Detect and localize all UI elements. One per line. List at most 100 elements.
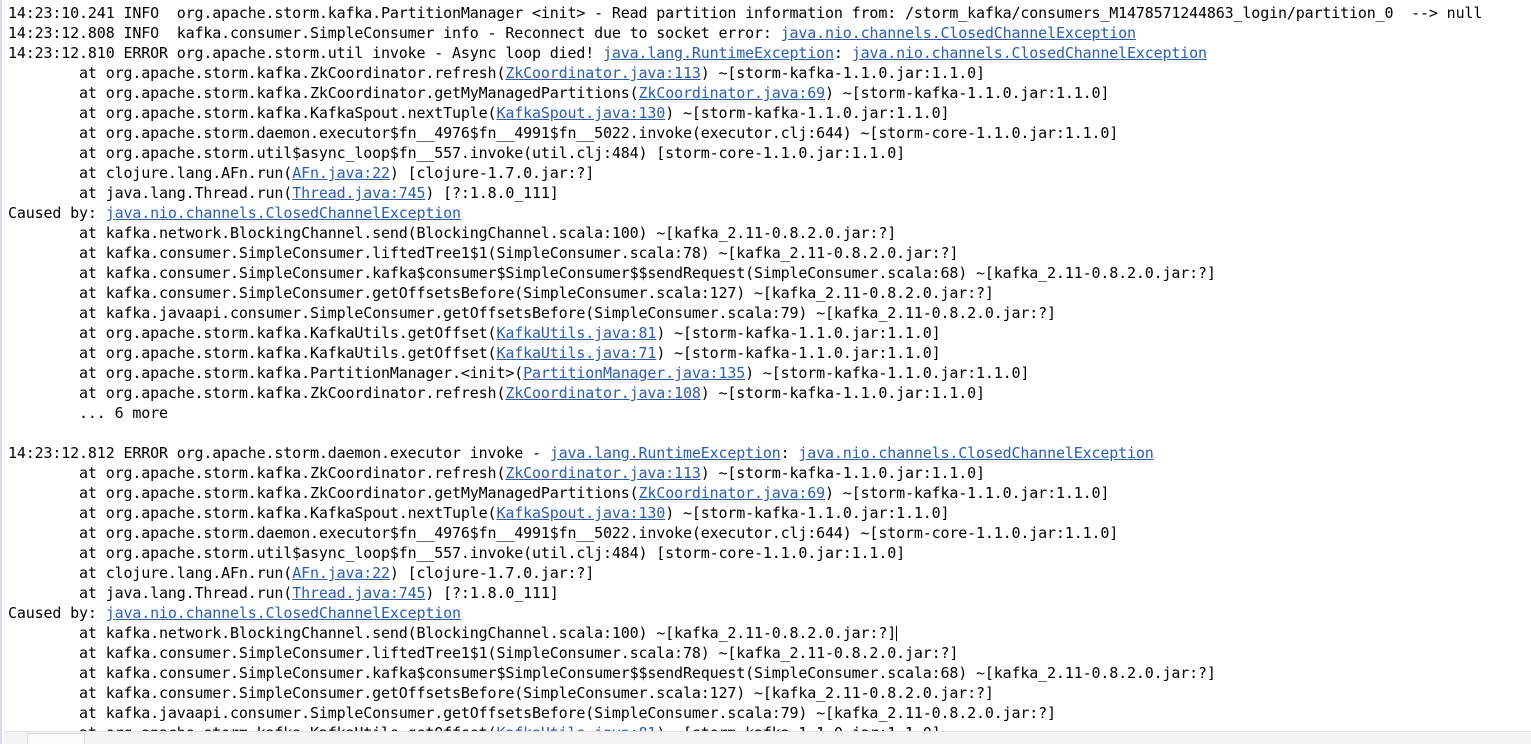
log-link[interactable]: KafkaSpout.java:130 xyxy=(496,504,665,522)
log-text: Caused by: xyxy=(8,204,106,222)
log-text: 14:23:12.808 INFO kafka.consumer.SimpleC… xyxy=(8,24,781,42)
text-caret xyxy=(896,626,898,641)
log-line: at org.apache.storm.util$async_loop$fn__… xyxy=(2,143,1531,163)
log-text: ) ~[storm-kafka-1.1.0.jar:1.1.0] xyxy=(825,84,1110,102)
log-text: at org.apache.storm.util$async_loop$fn__… xyxy=(8,144,905,162)
log-text: ) [clojure-1.7.0.jar:?] xyxy=(389,164,595,182)
log-link[interactable]: java.nio.channels.ClosedChannelException xyxy=(106,204,461,222)
log-text: at kafka.consumer.SimpleConsumer.getOffs… xyxy=(8,684,994,702)
log-line: at org.apache.storm.daemon.executor$fn__… xyxy=(2,123,1531,143)
log-text: ) ~[storm-kafka-1.1.0.jar:1.1.0] xyxy=(656,344,941,362)
log-line: at org.apache.storm.daemon.executor$fn__… xyxy=(2,523,1531,543)
log-text: ) ~[storm-kafka-1.1.0.jar:1.1.0] xyxy=(745,364,1030,382)
horizontal-scrollbar-thumb[interactable] xyxy=(26,733,86,744)
log-link[interactable]: Thread.java:745 xyxy=(292,184,425,202)
log-console[interactable]: 14:23:10.241 INFO org.apache.storm.kafka… xyxy=(0,0,1531,744)
log-text: ) ~[storm-kafka-1.1.0.jar:1.1.0] xyxy=(700,384,985,402)
log-text: at org.apache.storm.util$async_loop$fn__… xyxy=(8,544,905,562)
log-link[interactable]: ZkCoordinator.java:69 xyxy=(639,84,826,102)
log-line: at org.apache.storm.kafka.ZkCoordinator.… xyxy=(2,463,1531,483)
log-line: at org.apache.storm.kafka.KafkaSpout.nex… xyxy=(2,103,1531,123)
log-link[interactable]: KafkaUtils.java:71 xyxy=(496,344,656,362)
log-line: at kafka.network.BlockingChannel.send(Bl… xyxy=(2,623,1531,643)
log-line: at kafka.consumer.SimpleConsumer.getOffs… xyxy=(2,283,1531,303)
log-line: at org.apache.storm.kafka.PartitionManag… xyxy=(2,363,1531,383)
log-text: at org.apache.storm.kafka.KafkaSpout.nex… xyxy=(8,104,497,122)
log-line: at clojure.lang.AFn.run(AFn.java:22) [cl… xyxy=(2,563,1531,583)
log-line: at java.lang.Thread.run(Thread.java:745)… xyxy=(2,583,1531,603)
log-line: at org.apache.storm.util$async_loop$fn__… xyxy=(2,543,1531,563)
log-line: at org.apache.storm.kafka.KafkaSpout.nex… xyxy=(2,503,1531,523)
log-line: at kafka.consumer.SimpleConsumer.kafka$c… xyxy=(2,663,1531,683)
log-line: 14:23:12.812 ERROR org.apache.storm.daem… xyxy=(2,443,1531,463)
log-link[interactable]: KafkaUtils.java:81 xyxy=(496,324,656,342)
log-line: at kafka.javaapi.consumer.SimpleConsumer… xyxy=(2,703,1531,723)
horizontal-scrollbar[interactable] xyxy=(4,731,1531,744)
log-text: ) ~[storm-kafka-1.1.0.jar:1.1.0] xyxy=(700,64,985,82)
log-link[interactable]: java.lang.RuntimeException xyxy=(603,44,834,62)
log-text: ) [clojure-1.7.0.jar:?] xyxy=(389,564,595,582)
log-text: at org.apache.storm.kafka.KafkaSpout.nex… xyxy=(8,504,497,522)
log-line: at org.apache.storm.kafka.ZkCoordinator.… xyxy=(2,483,1531,503)
log-link[interactable]: java.nio.channels.ClosedChannelException xyxy=(798,444,1153,462)
log-line: at kafka.consumer.SimpleConsumer.liftedT… xyxy=(2,243,1531,263)
log-line: at kafka.consumer.SimpleConsumer.kafka$c… xyxy=(2,263,1531,283)
log-text: at org.apache.storm.kafka.KafkaUtils.get… xyxy=(8,324,497,342)
log-text: at kafka.javaapi.consumer.SimpleConsumer… xyxy=(8,304,1056,322)
log-line: 14:23:12.810 ERROR org.apache.storm.util… xyxy=(2,43,1531,63)
log-link[interactable]: java.nio.channels.ClosedChannelException xyxy=(781,24,1136,42)
log-link[interactable]: ZkCoordinator.java:69 xyxy=(639,484,826,502)
log-text: at org.apache.storm.kafka.KafkaUtils.get… xyxy=(8,344,497,362)
log-link[interactable]: AFn.java:22 xyxy=(292,164,390,182)
log-text: at java.lang.Thread.run( xyxy=(8,184,293,202)
log-text: ) ~[storm-kafka-1.1.0.jar:1.1.0] xyxy=(825,484,1110,502)
log-text: at org.apache.storm.kafka.ZkCoordinator.… xyxy=(8,64,506,82)
log-text: Caused by: xyxy=(8,604,106,622)
log-text: : xyxy=(780,444,799,462)
log-text: ) ~[storm-kafka-1.1.0.jar:1.1.0] xyxy=(665,104,950,122)
log-link[interactable]: ZkCoordinator.java:113 xyxy=(505,464,701,482)
log-text: 14:23:10.241 INFO org.apache.storm.kafka… xyxy=(8,4,1483,22)
log-text: at kafka.consumer.SimpleConsumer.liftedT… xyxy=(8,644,959,662)
log-output[interactable]: 14:23:10.241 INFO org.apache.storm.kafka… xyxy=(2,0,1531,743)
log-line: 14:23:10.241 INFO org.apache.storm.kafka… xyxy=(2,3,1531,23)
log-line: at java.lang.Thread.run(Thread.java:745)… xyxy=(2,183,1531,203)
log-text: ) ~[storm-kafka-1.1.0.jar:1.1.0] xyxy=(700,464,985,482)
log-link[interactable]: ZkCoordinator.java:108 xyxy=(505,384,701,402)
log-link[interactable]: KafkaSpout.java:130 xyxy=(496,104,665,122)
log-text: at java.lang.Thread.run( xyxy=(8,584,293,602)
log-link[interactable]: java.nio.channels.ClosedChannelException xyxy=(106,604,461,622)
log-line: Caused by: java.nio.channels.ClosedChann… xyxy=(2,603,1531,623)
log-link[interactable]: java.nio.channels.ClosedChannelException xyxy=(852,44,1207,62)
log-link[interactable]: PartitionManager.java:135 xyxy=(523,364,745,382)
log-text: at org.apache.storm.daemon.executor$fn__… xyxy=(8,524,1119,542)
log-text: at clojure.lang.AFn.run( xyxy=(8,164,293,182)
log-link[interactable]: ZkCoordinator.java:113 xyxy=(505,64,701,82)
log-line: 14:23:12.808 INFO kafka.consumer.SimpleC… xyxy=(2,23,1531,43)
log-line: at kafka.consumer.SimpleConsumer.liftedT… xyxy=(2,643,1531,663)
log-text: ) ~[storm-kafka-1.1.0.jar:1.1.0] xyxy=(656,324,941,342)
log-line: at kafka.network.BlockingChannel.send(Bl… xyxy=(2,223,1531,243)
log-text: at clojure.lang.AFn.run( xyxy=(8,564,293,582)
log-line: at org.apache.storm.kafka.KafkaUtils.get… xyxy=(2,323,1531,343)
log-line: at kafka.consumer.SimpleConsumer.getOffs… xyxy=(2,683,1531,703)
log-text: 14:23:12.810 ERROR org.apache.storm.util… xyxy=(8,44,604,62)
log-text: at org.apache.storm.kafka.PartitionManag… xyxy=(8,364,524,382)
log-text: at kafka.consumer.SimpleConsumer.liftedT… xyxy=(8,244,959,262)
log-line: at org.apache.storm.kafka.ZkCoordinator.… xyxy=(2,383,1531,403)
log-line: Caused by: java.nio.channels.ClosedChann… xyxy=(2,203,1531,223)
log-line: at org.apache.storm.kafka.ZkCoordinator.… xyxy=(2,83,1531,103)
log-line-blank xyxy=(2,423,1531,443)
log-text: ) [?:1.8.0_111] xyxy=(425,184,559,202)
log-text: at org.apache.storm.kafka.ZkCoordinator.… xyxy=(8,384,506,402)
log-text: ) ~[storm-kafka-1.1.0.jar:1.1.0] xyxy=(665,504,950,522)
log-text: at org.apache.storm.kafka.ZkCoordinator.… xyxy=(8,84,639,102)
log-text: at org.apache.storm.kafka.ZkCoordinator.… xyxy=(8,464,506,482)
log-line: at clojure.lang.AFn.run(AFn.java:22) [cl… xyxy=(2,163,1531,183)
log-link[interactable]: Thread.java:745 xyxy=(292,584,425,602)
log-line: at org.apache.storm.kafka.ZkCoordinator.… xyxy=(2,63,1531,83)
log-link[interactable]: AFn.java:22 xyxy=(292,564,390,582)
log-text: : xyxy=(833,44,852,62)
log-link[interactable]: java.lang.RuntimeException xyxy=(550,444,781,462)
log-text: ) [?:1.8.0_111] xyxy=(425,584,559,602)
